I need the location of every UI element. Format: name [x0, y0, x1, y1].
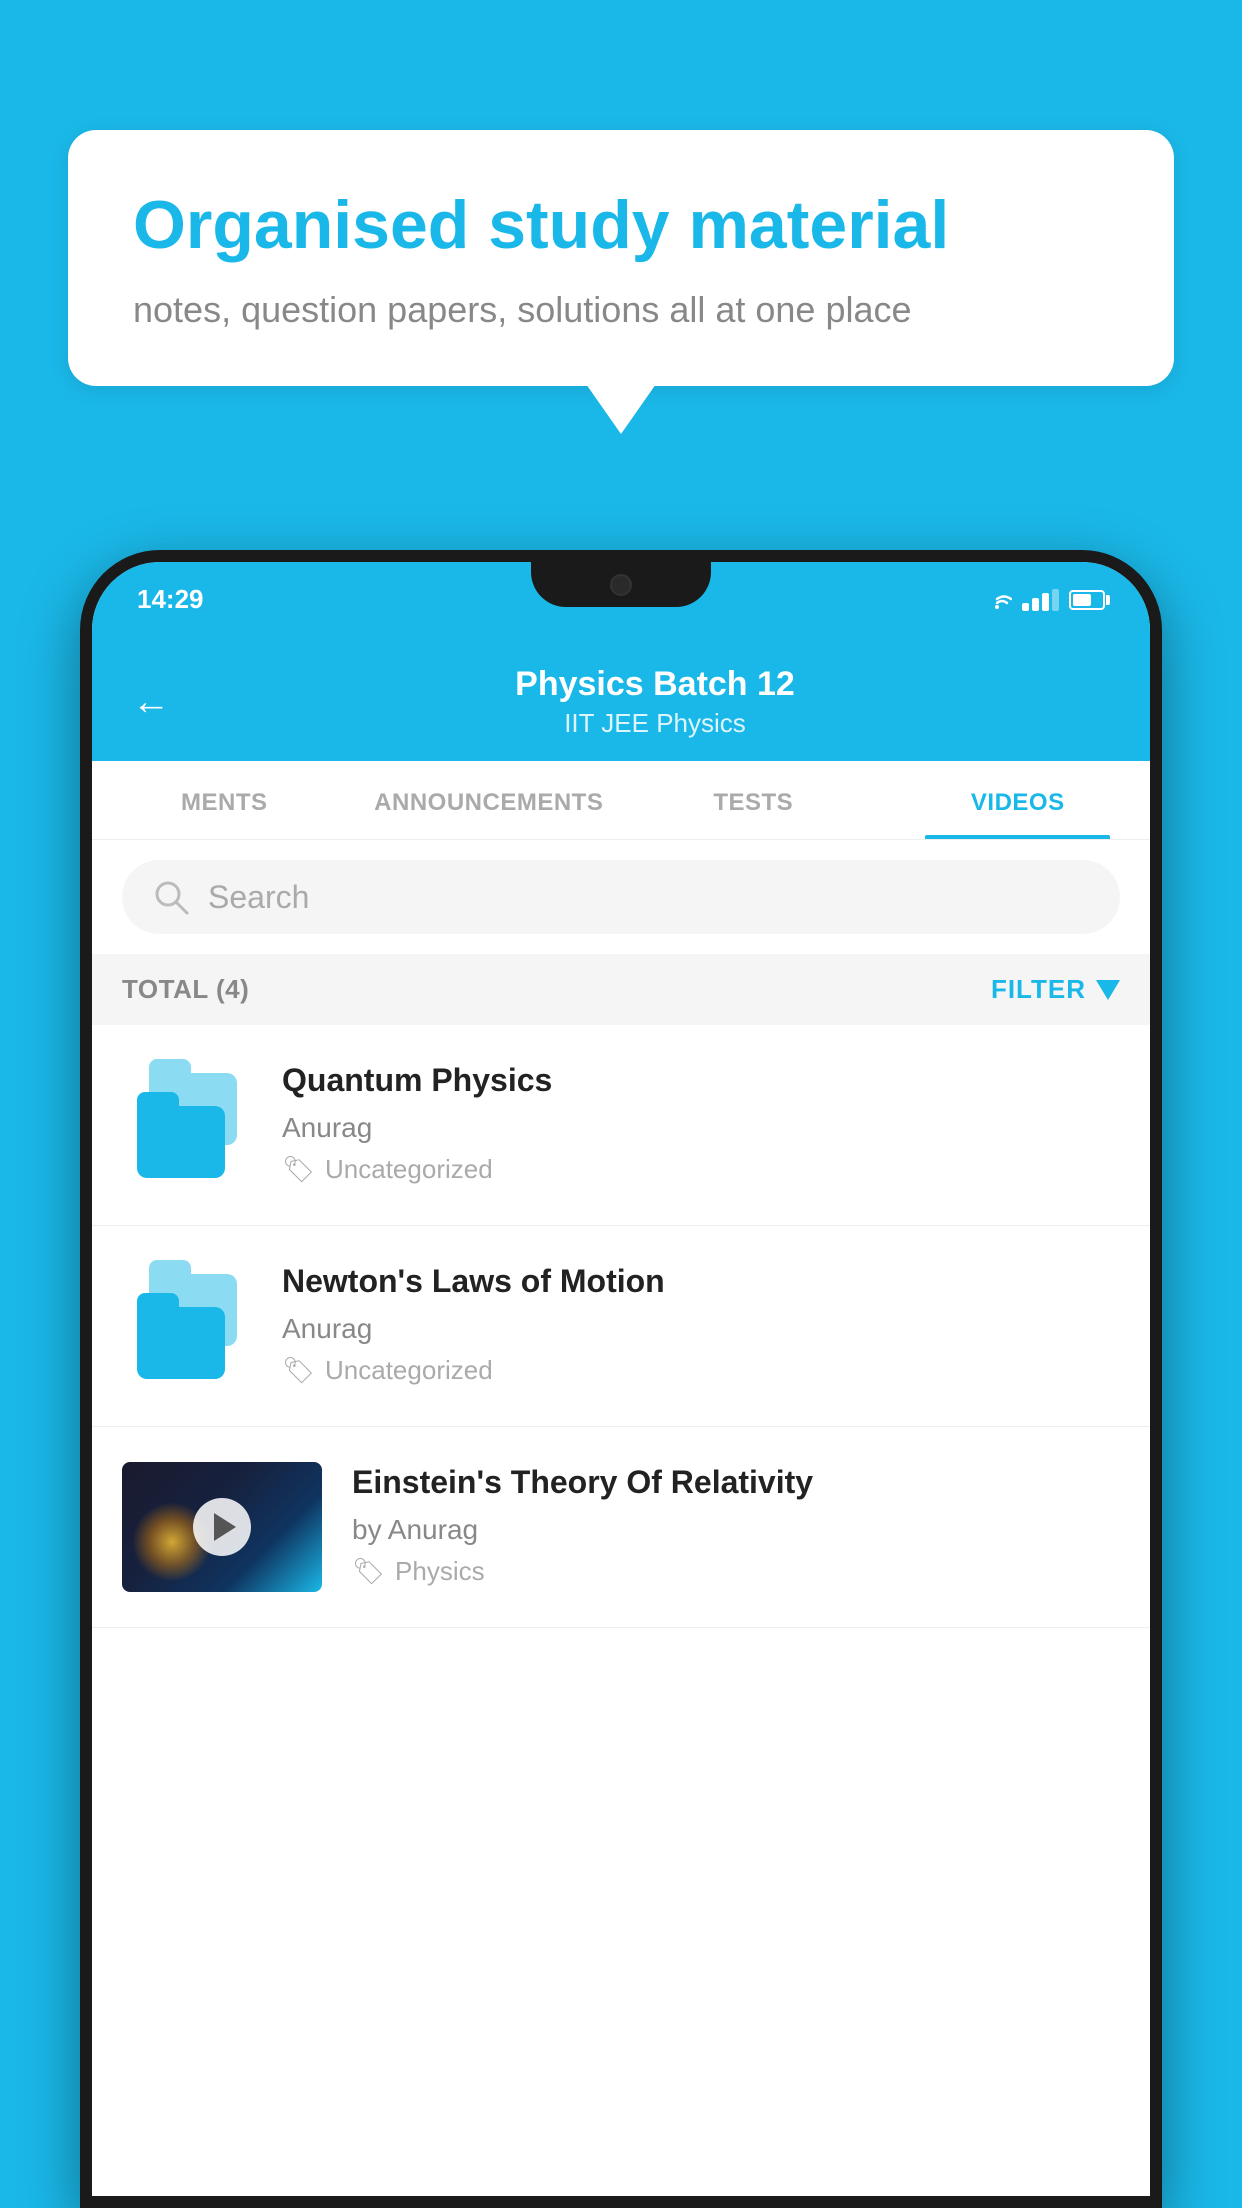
folder-front: [137, 1307, 225, 1379]
filter-label: FILTER: [991, 974, 1086, 1005]
status-bar: 14:29: [92, 562, 1150, 637]
video-tag: 🏷 Uncategorized: [282, 1355, 1120, 1386]
filter-icon: [1096, 980, 1120, 1000]
header-title: Physics Batch 12: [200, 665, 1110, 704]
video-info-einstein: Einstein's Theory Of Relativity by Anura…: [352, 1462, 1120, 1587]
tab-tests[interactable]: TESTS: [621, 761, 886, 839]
video-title: Quantum Physics: [282, 1060, 1120, 1102]
total-count: TOTAL (4): [122, 974, 249, 1005]
video-thumb-quantum: [122, 1060, 252, 1190]
header-title-area: Physics Batch 12 IIT JEE Physics: [200, 665, 1110, 739]
search-container: Search: [92, 840, 1150, 954]
tag-label: Physics: [395, 1556, 485, 1587]
battery-icon: [1069, 590, 1105, 610]
back-button[interactable]: ←: [132, 681, 170, 724]
header-subtitle: IIT JEE Physics: [200, 708, 1110, 739]
search-bar[interactable]: Search: [122, 860, 1120, 934]
list-item[interactable]: Newton's Laws of Motion Anurag 🏷 Uncateg…: [92, 1226, 1150, 1427]
phone-frame: 14:29: [80, 550, 1162, 2208]
play-icon: [214, 1513, 236, 1541]
search-placeholder: Search: [208, 879, 309, 916]
tabs-bar: MENTS ANNOUNCEMENTS TESTS VIDEOS: [92, 761, 1150, 840]
battery-fill: [1073, 594, 1091, 606]
folder-shape-front: [137, 1106, 225, 1178]
list-item[interactable]: Quantum Physics Anurag 🏷 Uncategorized: [92, 1025, 1150, 1226]
status-icons: [982, 589, 1105, 611]
video-author: Anurag: [282, 1112, 1120, 1144]
tab-videos[interactable]: VIDEOS: [886, 761, 1151, 839]
speech-bubble-container: Organised study material notes, question…: [68, 130, 1174, 386]
list-item[interactable]: Einstein's Theory Of Relativity by Anura…: [92, 1427, 1150, 1628]
video-info-quantum: Quantum Physics Anurag 🏷 Uncategorized: [282, 1060, 1120, 1185]
app-header: ← Physics Batch 12 IIT JEE Physics: [92, 637, 1150, 761]
tag-icon: 🏷: [282, 1154, 315, 1185]
video-tag: 🏷 Physics: [352, 1556, 1120, 1587]
video-author: by Anurag: [352, 1514, 1120, 1546]
video-tag: 🏷 Uncategorized: [282, 1154, 1120, 1185]
folder-icon: [137, 1073, 237, 1178]
signal-icon: [1022, 589, 1059, 611]
status-time: 14:29: [137, 584, 204, 615]
video-author: Anurag: [282, 1313, 1120, 1345]
tag-icon: 🏷: [282, 1355, 315, 1386]
search-icon: [152, 878, 190, 916]
video-thumb-newton: [122, 1261, 252, 1391]
play-button[interactable]: [193, 1498, 251, 1556]
tag-icon: 🏷: [352, 1556, 385, 1587]
video-info-newton: Newton's Laws of Motion Anurag 🏷 Uncateg…: [282, 1261, 1120, 1386]
folder-front: [137, 1106, 225, 1178]
filter-bar: TOTAL (4) FILTER: [92, 954, 1150, 1025]
video-title: Einstein's Theory Of Relativity: [352, 1462, 1120, 1504]
wifi-icon: [982, 589, 1012, 611]
tab-announcements[interactable]: ANNOUNCEMENTS: [357, 761, 622, 839]
video-thumbnail-einstein: [122, 1462, 322, 1592]
notch-cutout: [531, 562, 711, 607]
speech-bubble: Organised study material notes, question…: [68, 130, 1174, 386]
tab-ments[interactable]: MENTS: [92, 761, 357, 839]
bubble-subtitle: notes, question papers, solutions all at…: [133, 289, 1109, 331]
tag-label: Uncategorized: [325, 1154, 493, 1185]
phone-inner: 14:29: [92, 562, 1150, 2196]
camera-dot: [610, 574, 632, 596]
tag-label: Uncategorized: [325, 1355, 493, 1386]
bubble-title: Organised study material: [133, 185, 1109, 267]
video-list: Quantum Physics Anurag 🏷 Uncategorized: [92, 1025, 1150, 1628]
folder-shape-front: [137, 1307, 225, 1379]
folder-icon: [137, 1274, 237, 1379]
filter-button[interactable]: FILTER: [991, 974, 1120, 1005]
video-title: Newton's Laws of Motion: [282, 1261, 1120, 1303]
